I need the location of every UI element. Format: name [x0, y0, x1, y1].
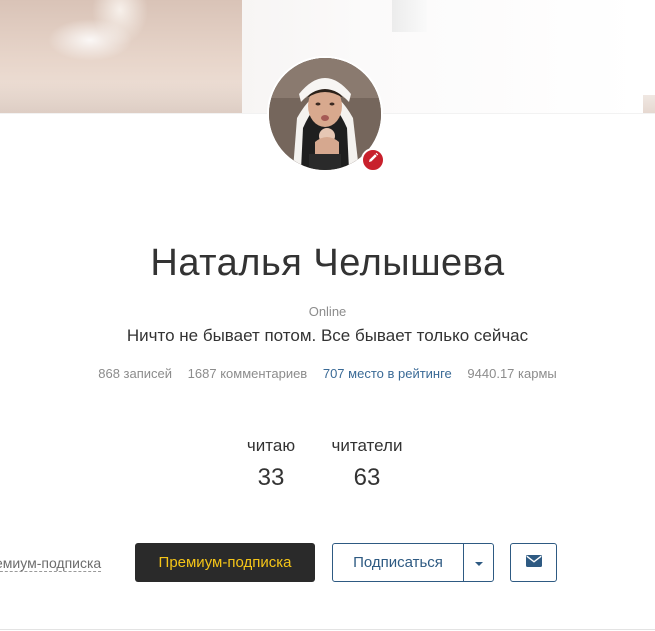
profile-bio: Ничто не бывает потом. Все бывает только…: [126, 326, 529, 345]
bottom-divider: [0, 629, 655, 630]
send-message-button[interactable]: [510, 543, 557, 582]
readers-block[interactable]: читатели 63: [322, 436, 412, 492]
caret-down-icon: [474, 554, 484, 572]
reading-block[interactable]: читаю 33: [226, 436, 316, 492]
readers-label: читатели: [331, 436, 403, 455]
reading-label: читаю: [246, 436, 296, 455]
pencil-icon: [367, 151, 379, 169]
premium-subscription-button[interactable]: Премиум-подписка: [135, 543, 315, 582]
posts-count[interactable]: 868 записей: [98, 366, 172, 381]
cover-photo: [0, 0, 242, 113]
comments-count[interactable]: 1687 комментариев: [188, 366, 308, 381]
rating-link[interactable]: 707 место в рейтинге: [323, 366, 452, 381]
subscribe-button-group: Подписаться: [332, 543, 494, 582]
profile-stats: 868 записей 1687 комментариев 707 место …: [0, 366, 655, 381]
subscribe-button[interactable]: Подписаться: [333, 544, 464, 581]
readers-count: 63: [353, 464, 381, 491]
envelope-icon: [525, 554, 542, 572]
profile-name: Наталья Челышева: [150, 242, 505, 284]
reading-count: 33: [257, 464, 285, 491]
edit-avatar-button[interactable]: [361, 148, 385, 172]
cover-photo-edge: [643, 95, 655, 113]
subscribe-dropdown-button[interactable]: [464, 544, 493, 581]
karma-count: 9440.17 кармы: [467, 366, 557, 381]
premium-subscription-link[interactable]: емиум-подписка: [0, 555, 102, 572]
online-status: Online: [308, 304, 347, 319]
